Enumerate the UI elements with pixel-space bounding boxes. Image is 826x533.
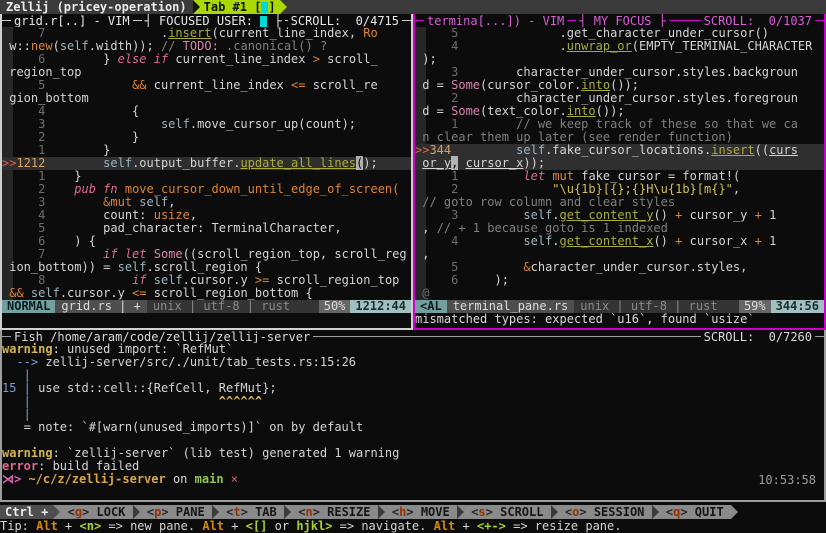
powerline-arrow-icon: [652, 505, 659, 519]
vim-fileinfo: unix | utf-8 | rust: [147, 300, 319, 313]
term-row: 4 .unwrap_or(EMPTY_TERMINAL_CHARACTER: [415, 40, 824, 53]
vim-cursor-position: 344:56: [771, 300, 824, 313]
vim-error-message: mismatched types: expected `u16`, found …: [415, 313, 824, 326]
keybar-hint-lock: <g> LOCK: [60, 505, 132, 519]
keybar-segments: <g> LOCK <p> PANE <t> TAB <n> RESIZE <h>…: [60, 505, 731, 519]
powerline-arrow-icon: [133, 505, 140, 519]
powerline-arrow-icon: [280, 0, 287, 14]
terminal-pane-code: 5 .get_character_under_cursor() 4 .unwra…: [415, 27, 824, 300]
powerline-arrow-icon: [551, 505, 558, 519]
powerline-arrow-icon: [284, 505, 291, 519]
tab-1[interactable]: Tab #1 []: [200, 0, 280, 14]
term-row: @: [415, 287, 824, 300]
powerline-arrow-icon: [378, 505, 385, 519]
keybar: Ctrl + <g> LOCK <p> PANE <t> TAB <n> RES…: [0, 505, 826, 519]
powerline-arrow-icon: [193, 0, 200, 14]
vim-cursor-position: 1212:44: [350, 300, 411, 313]
grid-pane-code: 7 .insert(current_line_index, Ro w::new(…: [2, 27, 411, 300]
term-row: ⋊> ~/c/z/zellij-server on main ×: [2, 473, 824, 486]
term-row: 6 );: [415, 274, 824, 287]
keybar-hint-quit: <q> QUIT: [659, 505, 731, 519]
keybar-hint-tab: <t> TAB: [219, 505, 284, 519]
tab-1-label-close: ]: [268, 0, 275, 14]
powerline-arrow-icon: [731, 505, 738, 519]
term-row: 4 self.get_content_x() + cursor_x + 1: [415, 235, 824, 248]
vim-filename: grid.rs | +: [55, 300, 146, 313]
term-row: | ^^^^^^: [2, 395, 824, 408]
vim-scroll-percent: 50%: [319, 300, 351, 313]
prompt-clock: 10:53:58: [758, 473, 816, 487]
powerline-arrow-icon: [457, 505, 464, 519]
keybar-hint-move: <h> MOVE: [385, 505, 457, 519]
grid-statusbar: NORMAL grid.rs | + unix | utf-8 | rust 5…: [2, 300, 411, 313]
term-row: && self.cursor.y <= scroll_region_bottom…: [2, 287, 411, 300]
scroll-indicator: SCROLL: 0/7260: [701, 330, 815, 343]
powerline-arrow-icon: [53, 505, 60, 519]
keybar-hint-resize: <n> RESIZE: [291, 505, 378, 519]
tab-cursor-icon: [261, 2, 268, 13]
tab-bar: Zellij (pricey-operation) Tab #1 []: [0, 0, 826, 14]
keybar-hint-scroll: <s> SCROLL: [464, 505, 551, 519]
keybar-hint-pane: <p> PANE: [140, 505, 212, 519]
pane-grid-editor[interactable]: grid.r[..] - VIM ┤ FOCUSED USER: ├ SCROL…: [0, 14, 413, 330]
pane-terminal-editor[interactable]: termina[...]) - VIM ┤ MY FOCUS ├ SCROLL:…: [413, 14, 826, 330]
vim-mode-badge: NORMAL: [2, 300, 55, 313]
zellij-terminal: Zellij (pricey-operation) Tab #1 [] grid…: [0, 0, 826, 533]
term-row: --> zellij-server/src/./unit/tab_tests.r…: [2, 356, 824, 369]
pane-fish-shell[interactable]: Fish /home/aram/code/zellij/zellij-serve…: [0, 330, 826, 502]
term-row: = note: `#[warn(unused_imports)]` on by …: [2, 421, 824, 434]
tab-1-label: Tab #1 [: [204, 0, 262, 14]
powerline-arrow-icon: [212, 505, 219, 519]
tip-bar: Tip: Alt + <n> => new pane. Alt + <[] or…: [0, 519, 826, 533]
session-name: Zellij (pricey-operation): [0, 0, 193, 14]
fish-pane-output: warning: unused import: `RefMut` --> zel…: [2, 343, 824, 486]
keybar-modifier: Ctrl +: [0, 505, 53, 519]
term-row: Tip: Alt + <n> => new pane. Alt + <[] or…: [0, 519, 826, 533]
keybar-hint-session: <o> SESSION: [558, 505, 652, 519]
